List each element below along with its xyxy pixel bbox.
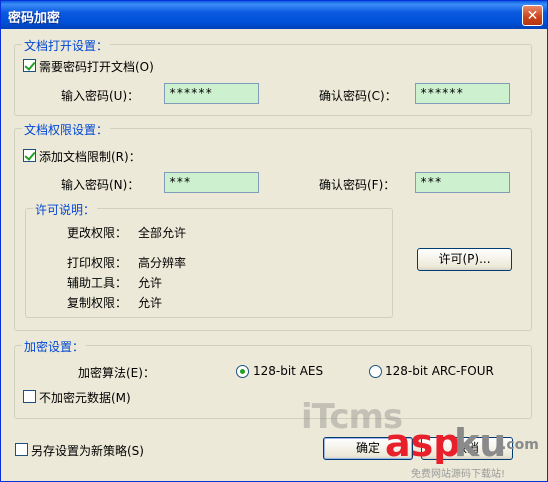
copy-permission-value: 允许 [138,296,163,310]
permission-settings-title: 文档权限设置： [22,121,111,138]
print-permission-value: 高分辨率 [138,256,187,270]
aux-tools-value: 允许 [138,276,163,290]
watermark-ku: ku [454,421,507,465]
require-password-label[interactable]: 需要密码打开文档(O) [39,58,154,75]
open-input-password-field[interactable]: ****** [164,83,259,104]
add-restriction-label[interactable]: 添加文档限制(R)： [39,148,141,165]
copy-permission-label: 复制权限： [67,296,128,310]
perm-confirm-password-label: 确认密码(F)： [319,178,396,192]
open-settings-title: 文档打开设置： [22,37,111,54]
print-permission-label: 打印权限： [67,256,128,270]
aux-tools-label: 辅助工具： [67,276,128,290]
save-policy-checkbox[interactable] [15,443,28,456]
perm-input-password-label: 输入密码(N)： [61,178,140,192]
arc-four-option-label[interactable]: 128-bit ARC-FOUR [385,364,494,378]
permission-description-title: 许可说明： [33,201,98,218]
window-title: 密码加密 [8,11,61,26]
change-permission-value: 全部允许 [138,226,187,240]
password-encryption-dialog: 密码加密 ✕ 文档打开设置： 需要密码打开文档(O) 输入密码(U)： ****… [0,0,548,482]
aes-option-label[interactable]: 128-bit AES [253,364,323,378]
aes-radio[interactable] [236,365,249,378]
open-confirm-password-field[interactable]: ****** [415,83,510,104]
encryption-settings-group [14,345,532,419]
close-icon: ✕ [526,8,539,24]
watermark-com: .com [501,437,539,453]
permission-button[interactable]: 许可(P)... [417,248,512,271]
add-restriction-checkbox[interactable] [23,149,36,162]
algorithm-label: 加密算法(E)： [78,366,155,380]
encryption-settings-title: 加密设置： [22,338,87,355]
open-settings-group [14,44,532,116]
title-bar[interactable]: 密码加密 ✕ [1,1,547,29]
no-metadata-checkbox[interactable] [23,390,36,403]
change-permission-label: 更改权限： [67,226,128,240]
close-button[interactable]: ✕ [522,5,543,26]
perm-confirm-password-field[interactable]: *** [415,172,510,193]
perm-input-password-field[interactable]: *** [164,172,259,193]
save-policy-label[interactable]: 另存设置为新策略(S) [31,442,144,459]
watermark-subtext: 免费网站源码下载站! [411,469,506,480]
open-confirm-password-label: 确认密码(C)： [319,89,397,103]
open-input-password-label: 输入密码(U)： [61,89,140,103]
require-password-checkbox[interactable] [23,59,36,72]
no-metadata-label[interactable]: 不加密元数据(M) [39,389,131,406]
arc-four-radio[interactable] [369,365,382,378]
watermark-asp: asp [385,421,461,465]
